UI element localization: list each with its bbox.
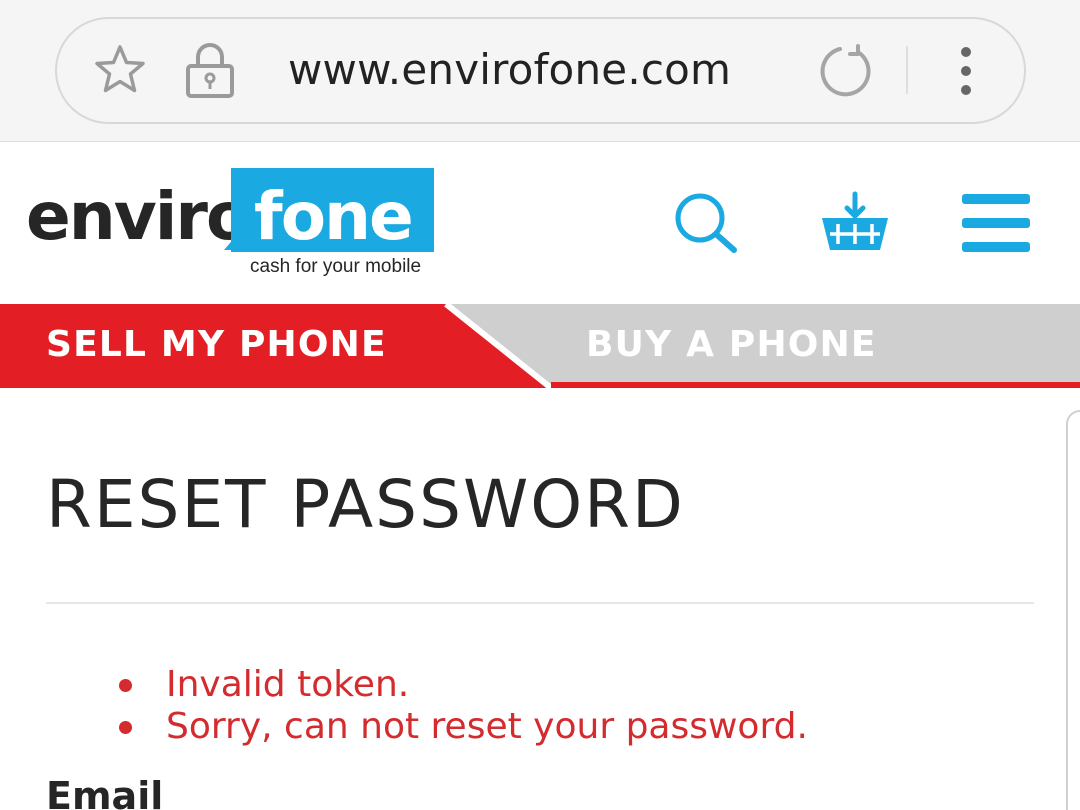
error-list: Invalid token. Sorry, can not reset your… — [116, 664, 808, 748]
logo-text-enviro: enviro — [26, 178, 251, 255]
tab-sell-my-phone[interactable]: SELL MY PHONE — [46, 324, 387, 365]
bullet-dot — [119, 721, 132, 734]
envirofone-logo[interactable]: enviro fone cash for your mobile — [26, 166, 434, 282]
error-text: Sorry, can not reset your password. — [166, 706, 808, 747]
lock-icon — [186, 43, 234, 98]
hamburger-menu-icon[interactable] — [960, 190, 1032, 256]
star-icon[interactable] — [92, 42, 148, 98]
bullet-dot — [119, 679, 132, 692]
logo-tagline: cash for your mobile — [250, 256, 422, 277]
search-icon[interactable] — [670, 190, 742, 256]
tab-buy-a-phone[interactable]: BUY A PHONE — [586, 324, 877, 365]
reload-icon[interactable] — [818, 43, 874, 99]
more-vert-icon[interactable] — [952, 44, 980, 98]
url-text[interactable]: www.envirofone.com — [288, 45, 731, 94]
panel-edge — [1066, 410, 1080, 810]
toolbar-divider — [906, 46, 908, 94]
basket-icon[interactable] — [818, 190, 892, 256]
sell-buy-tabs: SELL MY PHONE BUY A PHONE — [0, 304, 1080, 388]
page-title: RESET PASSWORD — [46, 466, 685, 543]
title-divider — [46, 602, 1034, 604]
error-text: Invalid token. — [166, 664, 410, 705]
email-label: Email — [46, 774, 164, 810]
logo-arrow-notch — [224, 224, 254, 250]
logo-text-fone: fone — [254, 178, 414, 255]
error-item: Sorry, can not reset your password. — [116, 706, 808, 748]
error-item: Invalid token. — [116, 664, 808, 706]
